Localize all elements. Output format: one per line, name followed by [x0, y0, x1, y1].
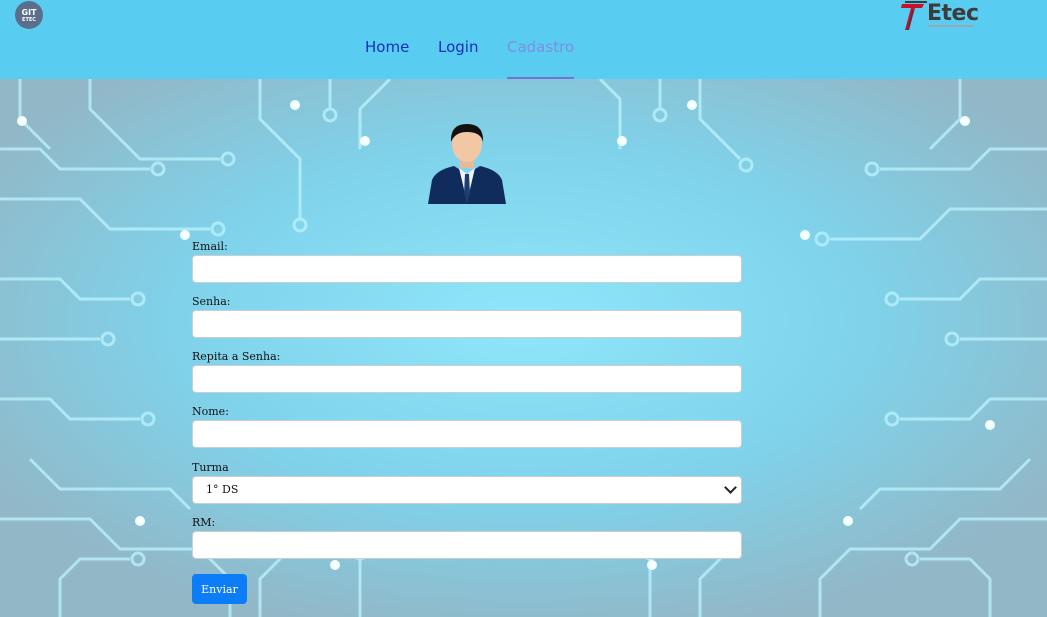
email-group: Email: — [192, 240, 742, 283]
turma-select[interactable]: 1° DS — [192, 476, 742, 504]
nome-field[interactable] — [192, 420, 742, 448]
nav-link-home[interactable]: Home — [365, 38, 409, 77]
top-navbar: GIT ETEC Home Login Cadastro Etec — [0, 0, 1047, 79]
email-field[interactable] — [192, 255, 742, 283]
nav-link-login[interactable]: Login — [438, 38, 478, 77]
etec-t-mark-icon — [901, 1, 927, 31]
repita-senha-group: Repita a Senha: — [192, 350, 742, 393]
enviar-button[interactable]: Enviar — [192, 574, 247, 604]
chevron-down-icon — [724, 481, 737, 494]
rm-group: RM: — [192, 516, 742, 559]
etec-logo: Etec — [900, 0, 980, 32]
senha-group: Senha: — [192, 295, 742, 338]
logo-text-git: GIT — [21, 7, 37, 17]
git-etec-logo[interactable]: GIT ETEC — [15, 1, 43, 29]
turma-group: Turma 1° DS — [192, 461, 742, 504]
senha-label: Senha: — [192, 295, 231, 308]
nome-label: Nome: — [192, 405, 229, 418]
nome-group: Nome: — [192, 405, 742, 448]
etec-logo-text: Etec — [927, 1, 979, 26]
senha-field[interactable] — [192, 310, 742, 338]
repita-senha-label: Repita a Senha: — [192, 350, 281, 363]
email-label: Email: — [192, 240, 228, 253]
nav-link-cadastro[interactable]: Cadastro — [507, 38, 575, 79]
rm-label: RM: — [192, 516, 216, 529]
repita-senha-field[interactable] — [192, 365, 742, 393]
turma-label: Turma — [192, 461, 229, 474]
user-avatar-icon — [428, 124, 506, 204]
rm-field[interactable] — [192, 531, 742, 559]
turma-selected-value: 1° DS — [206, 483, 239, 496]
logo-text-etec: ETEC — [22, 16, 36, 23]
etec-logo-subline — [928, 25, 974, 27]
